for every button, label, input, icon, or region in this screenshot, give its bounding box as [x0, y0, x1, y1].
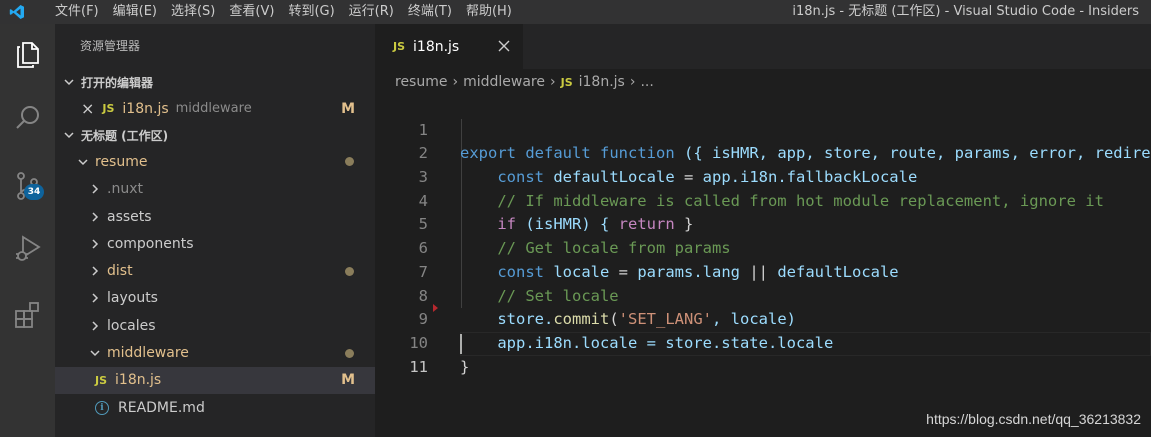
- menu-bar: 文件(F) 编辑(E) 选择(S) 查看(V) 转到(G) 运行(R) 终端(T…: [34, 0, 519, 24]
- breadcrumb-item[interactable]: ...: [640, 74, 653, 90]
- tree-item-middleware[interactable]: middleware: [55, 339, 375, 366]
- breadcrumb-item[interactable]: resume: [395, 74, 447, 90]
- close-icon[interactable]: ×: [81, 99, 94, 118]
- code-line: 1 export default function ({ isHMR, app,…: [375, 95, 1151, 163]
- code-line: 3 // If middleware is called from hot mo…: [375, 142, 1151, 210]
- watermark: https://blog.csdn.net/qq_36213832: [926, 411, 1141, 427]
- chevron-right-icon: [87, 236, 103, 252]
- window-title: i18n.js - 无标题 (工作区) - Visual Studio Code…: [792, 4, 1139, 19]
- menu-selection[interactable]: 选择(S): [164, 0, 222, 24]
- modified-dot: [345, 157, 354, 167]
- breadcrumb-item[interactable]: middleware: [463, 74, 545, 90]
- code-line: 5 // Get locale from params: [375, 190, 1151, 257]
- tree-item-components[interactable]: components: [55, 230, 375, 257]
- code-text: }: [460, 357, 470, 376]
- menu-help[interactable]: 帮助(H): [459, 0, 519, 24]
- tree-item-label: components: [107, 235, 194, 252]
- tree-item-label: layouts: [107, 290, 158, 307]
- chevron-right-icon: [87, 263, 103, 279]
- sidebar-title: 资源管理器: [80, 39, 141, 53]
- modified-status: M: [341, 100, 355, 117]
- line-number: 11: [409, 357, 428, 376]
- open-editor-name: i18n.js: [122, 100, 169, 117]
- tree-item-assets[interactable]: assets: [55, 203, 375, 230]
- chevron-right-icon: [87, 290, 103, 306]
- tree-item-nuxt[interactable]: .nuxt: [55, 176, 375, 203]
- tree-item-label: dist: [107, 263, 133, 280]
- code-line: 4 if (isHMR) { return }: [375, 166, 1151, 234]
- tree-item-locales[interactable]: locales: [55, 312, 375, 339]
- tree-item-dist[interactable]: dist: [55, 257, 375, 284]
- modified-dot: [345, 266, 354, 276]
- code-line: 8 store.commit('SET_LANG', locale): [375, 261, 1151, 329]
- code-line: 2 const defaultLocale = app.i18n.fallbac…: [375, 119, 1151, 186]
- tab-label: i18n.js: [413, 38, 460, 55]
- code-editor[interactable]: 1 export default function ({ isHMR, app,…: [375, 95, 1151, 376]
- open-editor-item[interactable]: × JS i18n.js middleware M: [55, 95, 375, 122]
- workspace-section[interactable]: 无标题 (工作区): [55, 122, 375, 148]
- code-line: 7 // Set locale: [375, 237, 1151, 305]
- title-bar: 文件(F) 编辑(E) 选择(S) 查看(V) 转到(G) 运行(R) 终端(T…: [0, 0, 1151, 24]
- menu-run[interactable]: 运行(R): [342, 0, 401, 24]
- chevron-right-icon: [87, 181, 103, 197]
- explorer-icon[interactable]: [0, 30, 55, 78]
- chevron-right-icon: [87, 318, 103, 334]
- chevron-down-icon: [75, 154, 91, 170]
- code-line: 10 }: [375, 308, 1151, 376]
- chevron-right-icon: [87, 209, 103, 225]
- tree-item-label: locales: [107, 317, 156, 334]
- tree-item-readme[interactable]: i README.md: [55, 394, 375, 421]
- tab-bar: JS i18n.js: [375, 24, 1151, 69]
- code-line: 9 app.i18n.locale = store.state.locale: [375, 285, 1151, 352]
- tree-item-label: README.md: [118, 399, 205, 416]
- chevron-right-icon: ›: [550, 74, 556, 90]
- run-debug-icon[interactable]: [0, 224, 55, 272]
- code-line: 6 const locale = params.lang || defaultL…: [375, 213, 1151, 281]
- search-icon[interactable]: [0, 94, 55, 142]
- menu-file[interactable]: 文件(F): [48, 0, 106, 24]
- chevron-right-icon: ›: [452, 74, 459, 90]
- tree-item-label: middleware: [107, 345, 189, 362]
- close-icon[interactable]: [497, 39, 511, 53]
- tree-item-label: i18n.js: [115, 372, 162, 389]
- editor-area: JS i18n.js resume › middleware › JS i18n…: [375, 24, 1151, 437]
- code-line: 11: [375, 332, 1151, 376]
- menu-go[interactable]: 转到(G): [281, 0, 341, 24]
- workspace-header: 无标题 (工作区): [81, 128, 169, 143]
- modified-dot: [345, 348, 354, 358]
- chevron-right-icon: ›: [629, 74, 636, 90]
- tree-item-label: resume: [95, 153, 148, 170]
- tree-item-label: assets: [107, 208, 152, 225]
- chevron-down-icon: [87, 345, 103, 361]
- scm-badge: 34: [24, 184, 44, 200]
- tree-item-label: .nuxt: [107, 181, 143, 198]
- js-file-icon: JS: [560, 75, 573, 89]
- open-editors-header: 打开的编辑器: [81, 75, 154, 90]
- source-control-icon[interactable]: 34: [0, 162, 55, 210]
- js-file-icon: JS: [95, 373, 108, 387]
- explorer-sidebar: 资源管理器 打开的编辑器 × JS i18n.js middleware M 无…: [55, 24, 375, 437]
- breadcrumb-item[interactable]: i18n.js: [579, 74, 625, 90]
- open-editors-section[interactable]: 打开的编辑器: [55, 69, 375, 95]
- chevron-down-icon: [61, 74, 77, 90]
- menu-edit[interactable]: 编辑(E): [106, 0, 164, 24]
- open-editor-folder: middleware: [175, 101, 252, 117]
- extensions-icon[interactable]: [0, 291, 55, 339]
- menu-terminal[interactable]: 终端(T): [401, 0, 459, 24]
- vscode-logo-icon: [0, 0, 34, 24]
- modified-status: M: [341, 372, 355, 389]
- chevron-down-icon: [61, 127, 77, 143]
- js-file-icon: JS: [393, 40, 406, 53]
- tab-i18n-js[interactable]: JS i18n.js: [375, 24, 523, 69]
- tree-item-layouts[interactable]: layouts: [55, 285, 375, 312]
- js-file-icon: JS: [102, 102, 115, 116]
- menu-view[interactable]: 查看(V): [222, 0, 281, 24]
- tree-item-i18n-js[interactable]: JS i18n.js M: [55, 366, 375, 394]
- tree-item-resume[interactable]: resume: [55, 148, 375, 175]
- activity-bar: 34: [0, 24, 55, 437]
- breadcrumb: resume › middleware › JS i18n.js › ...: [375, 69, 1151, 95]
- info-icon: i: [95, 400, 109, 415]
